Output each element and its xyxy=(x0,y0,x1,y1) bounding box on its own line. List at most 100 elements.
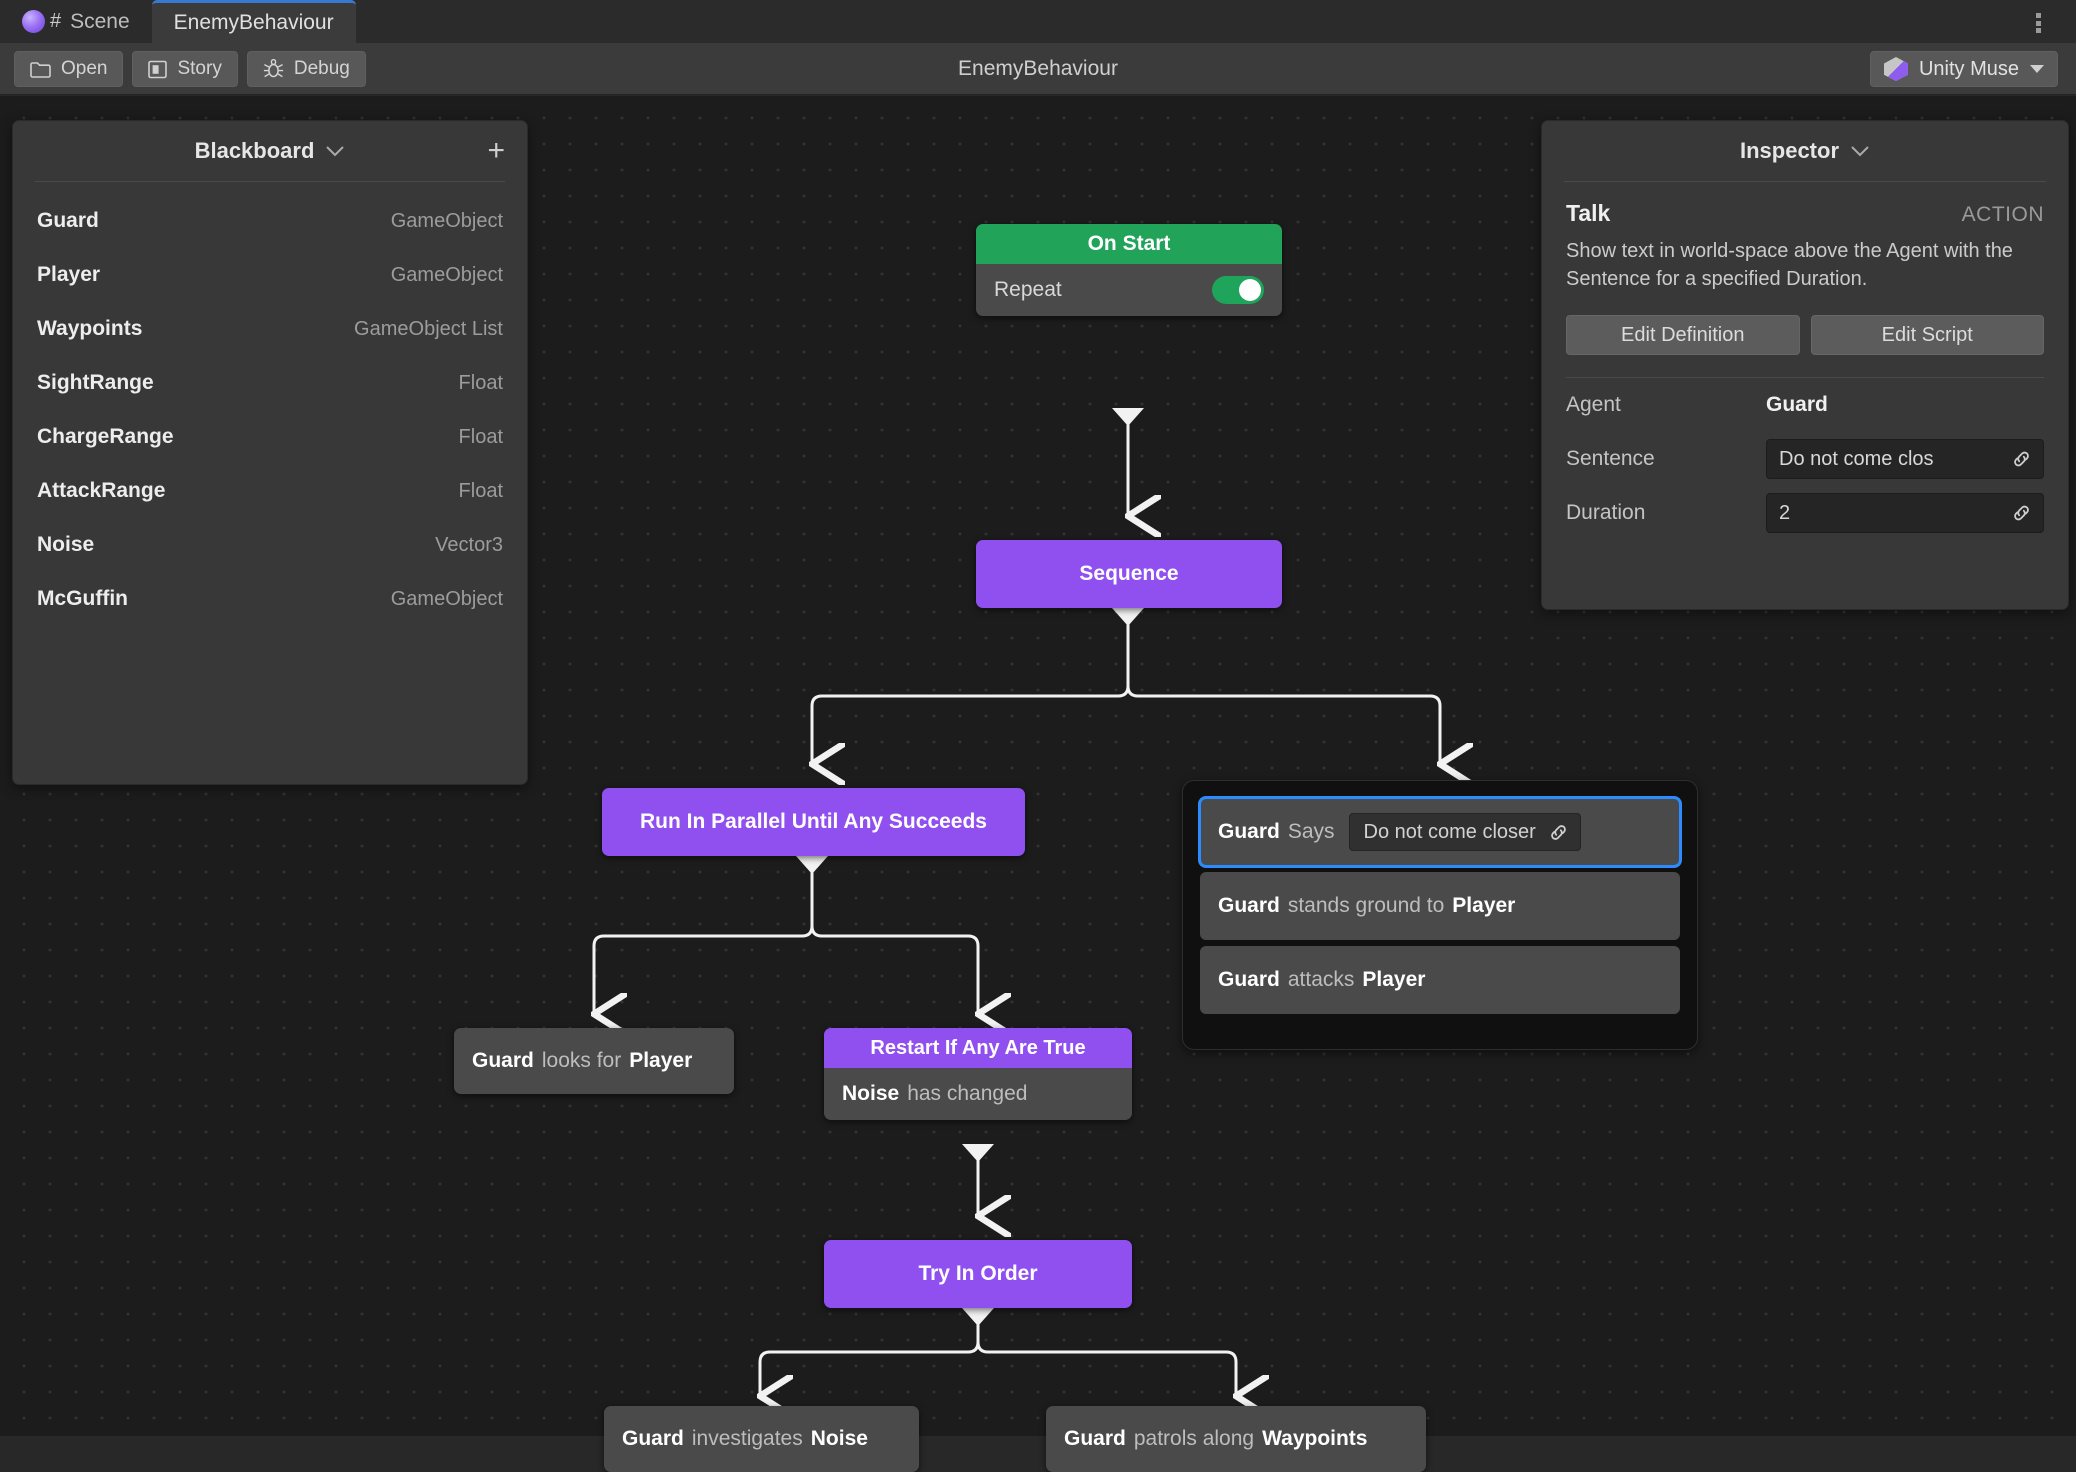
chevron-down-icon[interactable] xyxy=(325,145,345,158)
repeat-label: Repeat xyxy=(994,278,1062,301)
edit-script-button[interactable]: Edit Script xyxy=(1810,315,2044,356)
attacks-agent: Guard xyxy=(1218,968,1280,991)
node-sequence[interactable]: Sequence xyxy=(976,540,1282,608)
blackboard-row[interactable]: SightRange Float xyxy=(13,356,527,410)
tab-scene[interactable]: # Scene xyxy=(0,0,152,43)
node-try-in-order[interactable]: Try In Order xyxy=(824,1240,1132,1308)
inspector-body: Talk ACTION Show text in world-space abo… xyxy=(1542,182,2068,540)
node-group-guard-engage[interactable]: Guard Says Do not come closer Guard stan… xyxy=(1182,780,1698,1050)
muse-cube-icon xyxy=(1883,57,1908,81)
story-button-label: Story xyxy=(177,58,222,79)
node-guard-says[interactable]: Guard Says Do not come closer xyxy=(1198,796,1682,868)
node-on-start-repeat-row: Repeat xyxy=(976,264,1282,316)
blackboard-row[interactable]: Waypoints GameObject List xyxy=(13,302,527,356)
inspector-header: Inspector xyxy=(1542,121,2068,181)
blackboard-row[interactable]: McGuffin GameObject xyxy=(13,572,527,626)
unity-logo-icon xyxy=(22,10,45,33)
variable-type: Float xyxy=(458,371,503,394)
variable-name: AttackRange xyxy=(37,479,166,502)
story-panel-icon xyxy=(148,60,168,79)
folder-icon xyxy=(30,60,51,78)
variable-name: McGuffin xyxy=(37,587,128,610)
node-restart-title: Restart If Any Are True xyxy=(824,1028,1132,1068)
blackboard-row[interactable]: Player GameObject xyxy=(13,248,527,302)
agent-label: Agent xyxy=(1566,393,1621,417)
behavior-graph-canvas[interactable]: On Start Repeat Sequence Run In Parallel… xyxy=(0,96,2076,1472)
edit-definition-button[interactable]: Edit Definition xyxy=(1566,315,1800,356)
node-on-start[interactable]: On Start Repeat xyxy=(976,224,1282,316)
tab-enemybehaviour[interactable]: EnemyBehaviour xyxy=(151,0,356,43)
says-verb: Says xyxy=(1287,820,1335,843)
link-icon[interactable] xyxy=(1548,822,1569,843)
patrols-agent: Guard xyxy=(1064,1427,1126,1450)
link-icon[interactable] xyxy=(2011,503,2032,524)
node-run-in-parallel[interactable]: Run In Parallel Until Any Succeeds xyxy=(602,788,1025,856)
graph-toolbar: Open Story Debug EnemyBehaviour Unity Mu… xyxy=(0,43,2076,95)
variable-type: Vector3 xyxy=(435,533,503,556)
variable-name: Guard xyxy=(37,209,99,232)
open-button[interactable]: Open xyxy=(14,51,124,87)
tab-enemybehaviour-label: EnemyBehaviour xyxy=(173,11,334,34)
variable-type: GameObject xyxy=(390,587,503,610)
node-guard-attacks[interactable]: Guard attacks Player xyxy=(1200,946,1680,1014)
story-button[interactable]: Story xyxy=(132,51,238,87)
node-restart-if-any-are-true[interactable]: Restart If Any Are True Noise has change… xyxy=(824,1028,1132,1120)
says-sentence-value: Do not come closer xyxy=(1363,820,1536,843)
looks-for-verb: looks for xyxy=(541,1049,622,1072)
output-port xyxy=(962,1144,994,1162)
node-try-in-order-title: Try In Order xyxy=(918,1262,1038,1285)
agent-value[interactable]: Guard xyxy=(1766,393,1828,417)
open-button-label: Open xyxy=(61,58,108,79)
chevron-down-icon[interactable] xyxy=(1850,145,1870,158)
says-sentence-field[interactable]: Do not come closer xyxy=(1348,813,1581,851)
node-sequence-title: Sequence xyxy=(1079,562,1179,585)
inspector-title: Inspector xyxy=(1739,138,1840,163)
variable-name: ChargeRange xyxy=(37,425,174,448)
sentence-input[interactable]: Do not come clos xyxy=(1766,439,2044,480)
inspector-node-name: Talk xyxy=(1566,200,1611,226)
variable-type: GameObject xyxy=(390,209,503,232)
variable-type: GameObject List xyxy=(354,317,503,340)
node-guard-stands-ground[interactable]: Guard stands ground to Player xyxy=(1200,872,1680,940)
inspector-panel[interactable]: Inspector Talk ACTION Show text in world… xyxy=(1541,120,2069,610)
blackboard-row[interactable]: ChargeRange Float xyxy=(13,410,527,464)
inspector-button-row: Edit Definition Edit Script xyxy=(1566,315,2044,356)
kebab-menu-icon[interactable] xyxy=(2026,10,2050,36)
investigates-agent: Guard xyxy=(622,1427,684,1450)
hash-icon: # xyxy=(50,10,62,32)
stands-agent: Guard xyxy=(1218,894,1280,917)
debug-button-label: Debug xyxy=(293,58,350,79)
node-guard-patrols-along-waypoints[interactable]: Guard patrols along Waypoints xyxy=(1046,1406,1426,1472)
patrols-target: Waypoints xyxy=(1262,1427,1368,1450)
output-port xyxy=(796,856,828,874)
attacks-target: Player xyxy=(1362,968,1426,991)
node-run-in-parallel-title: Run In Parallel Until Any Succeeds xyxy=(640,810,987,833)
investigates-verb: investigates xyxy=(691,1427,803,1450)
plus-icon[interactable]: + xyxy=(487,136,505,166)
investigates-target: Noise xyxy=(810,1427,868,1450)
unity-muse-button[interactable]: Unity Muse xyxy=(1869,51,2058,87)
variable-type: GameObject xyxy=(390,263,503,286)
blackboard-row[interactable]: AttackRange Float xyxy=(13,464,527,518)
node-on-start-title: On Start xyxy=(976,224,1282,264)
stands-verb: stands ground to xyxy=(1287,894,1445,917)
blackboard-row[interactable]: Guard GameObject xyxy=(13,194,527,248)
variable-name: SightRange xyxy=(37,371,154,394)
blackboard-panel[interactable]: Blackboard + Guard GameObject Player Gam… xyxy=(12,120,528,785)
node-guard-investigates-noise[interactable]: Guard investigates Noise xyxy=(604,1406,919,1472)
variable-type: Float xyxy=(458,479,503,502)
debug-button[interactable]: Debug xyxy=(246,51,366,87)
inspector-field-duration: Duration 2 xyxy=(1566,486,2044,540)
looks-for-agent: Guard xyxy=(472,1049,534,1072)
bug-icon xyxy=(263,58,284,79)
variable-name: Player xyxy=(37,263,101,286)
duration-input[interactable]: 2 xyxy=(1766,493,2044,534)
toolbar-left-group: Open Story Debug xyxy=(14,51,366,87)
link-icon[interactable] xyxy=(2011,449,2032,470)
restart-condition-var: Noise xyxy=(842,1082,900,1105)
inspector-node-kind: ACTION xyxy=(1961,203,2044,226)
blackboard-row[interactable]: Noise Vector3 xyxy=(13,518,527,572)
node-guard-looks-for-player[interactable]: Guard looks for Player xyxy=(454,1028,734,1094)
repeat-toggle[interactable] xyxy=(1212,276,1264,304)
inspector-field-agent: Agent Guard xyxy=(1566,378,2044,432)
